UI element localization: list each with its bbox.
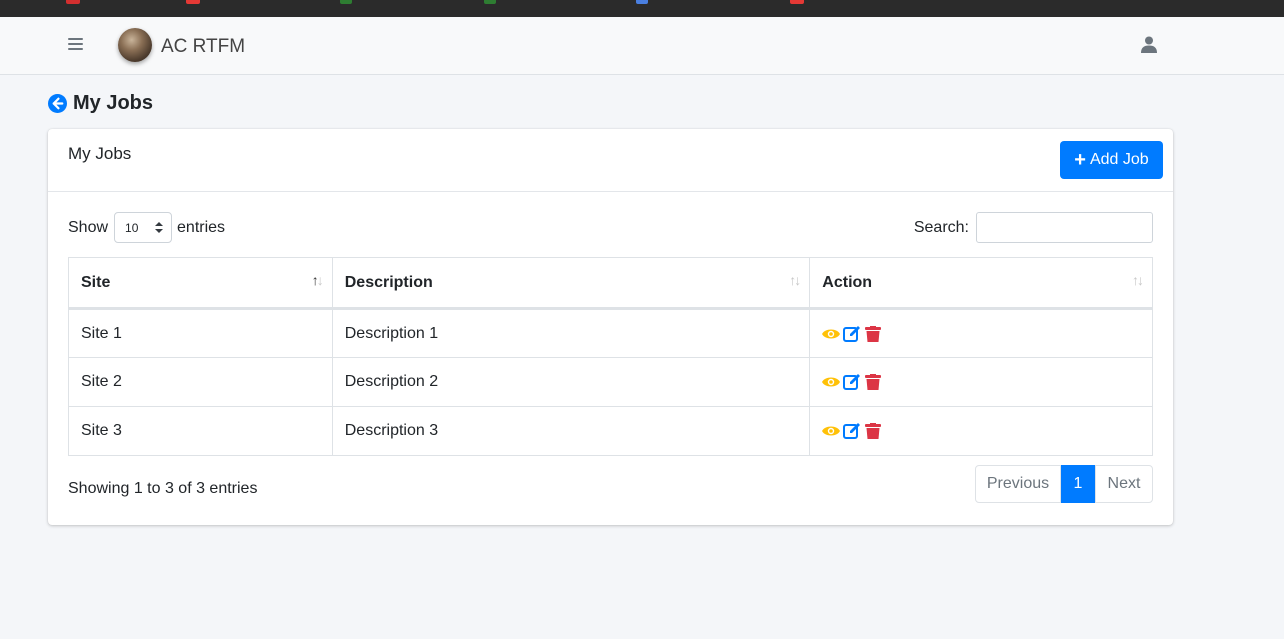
jobs-table: Site ↑↓ Description ↑↓ Action ↑↓ Site 1 … [68,257,1153,456]
previous-page-button[interactable]: Previous [975,465,1061,503]
pagination: Previous 1 Next [975,465,1153,503]
table-row: Site 2 Description 2 [68,357,1153,407]
edit-icon[interactable] [843,325,861,342]
user-icon[interactable] [1141,36,1157,54]
table-header-row: Site ↑↓ Description ↑↓ Action ↑↓ [68,257,1153,310]
card-header: My Jobs + Add Job [48,129,1173,192]
table-row: Site 1 Description 1 [68,308,1153,358]
page-length-control: Show 10 entries [68,212,225,243]
column-header-description[interactable]: Description ↑↓ [331,257,811,310]
cell-site: Site 3 [68,406,333,456]
trash-icon[interactable] [864,325,882,342]
table-info: Showing 1 to 3 of 3 entries [68,480,258,497]
hamburger-icon[interactable] [68,38,83,51]
column-header-site[interactable]: Site ↑↓ [68,257,333,310]
entries-label: entries [177,218,226,236]
column-label: Site [81,273,111,291]
sort-icon: ↑↓ [789,272,801,288]
bookmark-icon[interactable] [340,0,352,4]
page-1-button[interactable]: 1 [1061,465,1095,503]
trash-icon[interactable] [864,423,882,439]
add-job-label: Add Job [1089,151,1149,168]
add-job-button[interactable]: + Add Job [1060,141,1163,179]
cell-actions [809,308,1153,358]
bookmark-icon[interactable] [484,0,496,4]
bookmark-icon[interactable] [186,0,200,4]
card-title: My Jobs [68,144,132,163]
column-label: Action [822,273,873,291]
edit-icon[interactable] [843,423,861,439]
eye-icon[interactable] [822,423,841,439]
cell-site: Site 2 [68,357,333,407]
sort-icon: ↑↓ [1132,272,1144,288]
page-length-select[interactable]: 10 [114,212,173,243]
search-label: Search: [913,218,969,236]
top-navbar: AC RTFM [0,17,1284,75]
browser-bookmarks-strip [0,0,1284,17]
bookmark-icon[interactable] [636,0,648,4]
arrow-circle-left-icon[interactable] [48,93,67,113]
column-label: Description [344,273,433,291]
page-length-value: 10 [125,220,139,235]
edit-icon[interactable] [843,374,861,390]
page-header: My Jobs [48,91,153,115]
jobs-card: My Jobs + Add Job Show 10 entries Search… [48,129,1173,525]
search-input[interactable] [976,212,1153,243]
page-title: My Jobs [73,91,154,114]
show-label: Show [68,218,109,236]
select-arrows-icon [155,222,164,233]
cell-description: Description 1 [331,308,811,358]
eye-icon[interactable] [822,326,841,342]
next-page-button[interactable]: Next [1095,465,1153,503]
brand-logo[interactable] [118,28,152,62]
sort-asc-icon: ↑↓ [311,272,324,288]
cell-actions [809,357,1153,407]
bookmark-icon[interactable] [790,0,804,4]
column-header-action[interactable]: Action ↑↓ [809,257,1153,310]
cell-description: Description 3 [331,406,811,456]
cell-description: Description 2 [331,357,811,407]
eye-icon[interactable] [822,374,841,390]
table-row: Site 3 Description 3 [68,406,1153,456]
search-control: Search: [914,212,1153,243]
cell-actions [809,406,1153,456]
cell-site: Site 1 [68,308,333,358]
plus-icon: + [1074,149,1086,171]
trash-icon[interactable] [864,374,882,390]
brand-name[interactable]: AC RTFM [161,36,245,58]
bookmark-icon[interactable] [66,0,80,4]
